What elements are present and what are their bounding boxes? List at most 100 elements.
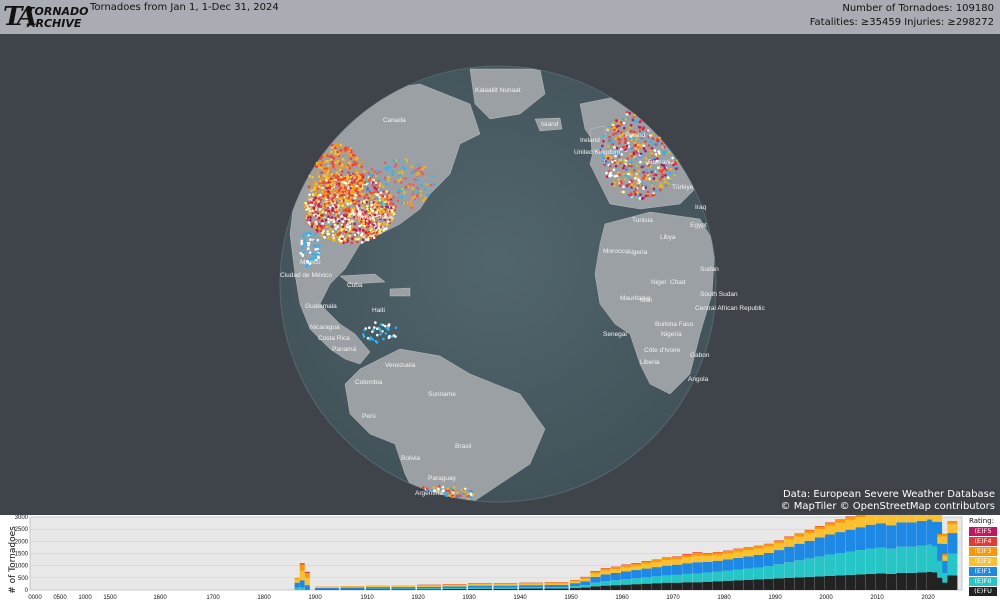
tornado-dot <box>372 223 375 227</box>
bar-segment <box>947 553 958 576</box>
tornado-dot <box>412 190 416 193</box>
tornado-dot <box>423 188 427 191</box>
tornado-dot <box>341 225 345 228</box>
globe-map[interactable]: Kalaallit Nunaat Canada Island Ireland U… <box>0 34 1000 515</box>
bar-segment <box>570 581 580 584</box>
bar-segment <box>845 574 856 590</box>
tornado-dot <box>331 230 335 233</box>
tornado-dot <box>347 178 350 182</box>
bar-segment <box>519 588 543 590</box>
tornado-dot <box>365 225 369 229</box>
tornado-archive-logo[interactable]: TA TORNADO ARCHIVE <box>3 2 89 32</box>
tornado-histogram[interactable]: 0000 0500 1000 1500 1600 1700 1800 1900 1910 1920… <box>0 515 1000 610</box>
tornado-dot <box>400 170 404 173</box>
tornado-dot <box>311 209 314 213</box>
label-iceland: Island <box>541 121 559 128</box>
bar-segment <box>723 551 733 554</box>
tornado-dot <box>339 178 343 182</box>
bar-segment <box>641 563 652 569</box>
label-senegal: Senegal <box>603 331 627 338</box>
bar-segment <box>682 553 693 555</box>
map-credit[interactable]: © MapTiler © OpenStreetMap contributors <box>778 501 997 513</box>
bar-segment <box>315 588 339 590</box>
bar-segment <box>682 573 693 583</box>
bar-segment <box>855 517 866 528</box>
legend-item-ef0[interactable]: (E)F0 <box>969 577 997 586</box>
tornado-dot <box>309 238 312 241</box>
bar-segment <box>723 553 733 560</box>
tornado-dot <box>345 219 348 223</box>
x-tick-label: 1000 <box>78 595 92 601</box>
label-united-kingdom: United Kingdom <box>574 149 620 156</box>
legend-item-ef3[interactable]: (E)F3 <box>969 547 997 556</box>
label-south-sudan: South Sudan <box>700 291 738 298</box>
label-canada: Canada <box>383 117 406 124</box>
tornado-dot <box>355 187 358 191</box>
bar-segment <box>723 580 733 590</box>
bar-segment <box>600 585 611 590</box>
bar-segment <box>417 588 441 590</box>
tornado-dot <box>355 240 359 244</box>
legend-item-ef2[interactable]: (E)F2 <box>969 557 997 566</box>
tornado-dot <box>655 138 659 141</box>
bar-segment <box>804 540 815 559</box>
tornado-dot <box>450 494 454 497</box>
tornado-dot <box>628 195 631 199</box>
bar-segment <box>590 573 601 577</box>
tornado-dot <box>416 191 420 195</box>
tornado-dot <box>365 231 368 235</box>
tornado-dot <box>331 207 335 210</box>
tornado-dot <box>330 146 334 150</box>
bar-segment <box>672 564 682 575</box>
tornado-dot <box>343 230 347 233</box>
bar-segment <box>763 553 774 567</box>
tornado-dot <box>640 165 644 169</box>
tornado-dot <box>429 183 433 187</box>
tornado-dot <box>400 195 404 199</box>
tornado-dot <box>312 188 316 191</box>
tornado-dot <box>609 138 613 142</box>
tornado-dot <box>419 189 423 193</box>
tornado-dot <box>342 241 345 245</box>
tornado-dot <box>349 202 352 205</box>
tornado-dot <box>652 193 656 197</box>
label-venezuela: Venezuela <box>385 362 416 369</box>
tornado-dot <box>358 168 362 171</box>
tornado-dot <box>320 216 324 220</box>
bar-segment <box>570 586 580 589</box>
tornado-dot <box>621 132 625 136</box>
tornado-dot <box>346 235 349 238</box>
tornado-dot <box>460 488 464 492</box>
tornado-dot <box>452 486 456 489</box>
tornado-dot <box>642 144 646 148</box>
bar-segment <box>442 584 467 586</box>
tornado-dot <box>618 138 622 142</box>
bar-segment <box>610 580 621 586</box>
tornado-dot <box>395 158 399 162</box>
bar-segment <box>391 587 416 589</box>
tornado-dot <box>315 165 319 169</box>
tornado-dot <box>357 174 361 178</box>
tornado-dot <box>411 197 415 200</box>
tornado-dot <box>614 164 618 168</box>
tornado-dot <box>337 175 340 178</box>
tornado-dot <box>317 249 321 253</box>
legend-item-ef5[interactable]: (E)F5 <box>969 527 997 536</box>
bar-segment <box>886 573 897 590</box>
tornado-dot <box>379 225 383 229</box>
tornado-dot <box>353 222 357 226</box>
tornado-dot <box>404 158 408 161</box>
tornado-dot <box>349 153 352 157</box>
tornado-dot <box>380 194 384 197</box>
tornado-dot <box>346 175 350 179</box>
tornado-dot <box>338 202 342 205</box>
bar-segment <box>692 552 703 554</box>
legend-item-efu[interactable]: (E)FU <box>969 587 997 596</box>
bar-segment <box>493 583 518 585</box>
x-tick-label: 2000 <box>819 595 833 601</box>
tornado-dot <box>305 231 309 235</box>
legend-item-ef4[interactable]: (E)F4 <box>969 537 997 546</box>
legend-item-ef1[interactable]: (E)F1 <box>969 567 997 576</box>
bar-segment <box>865 524 876 549</box>
tornado-dot <box>633 114 636 117</box>
